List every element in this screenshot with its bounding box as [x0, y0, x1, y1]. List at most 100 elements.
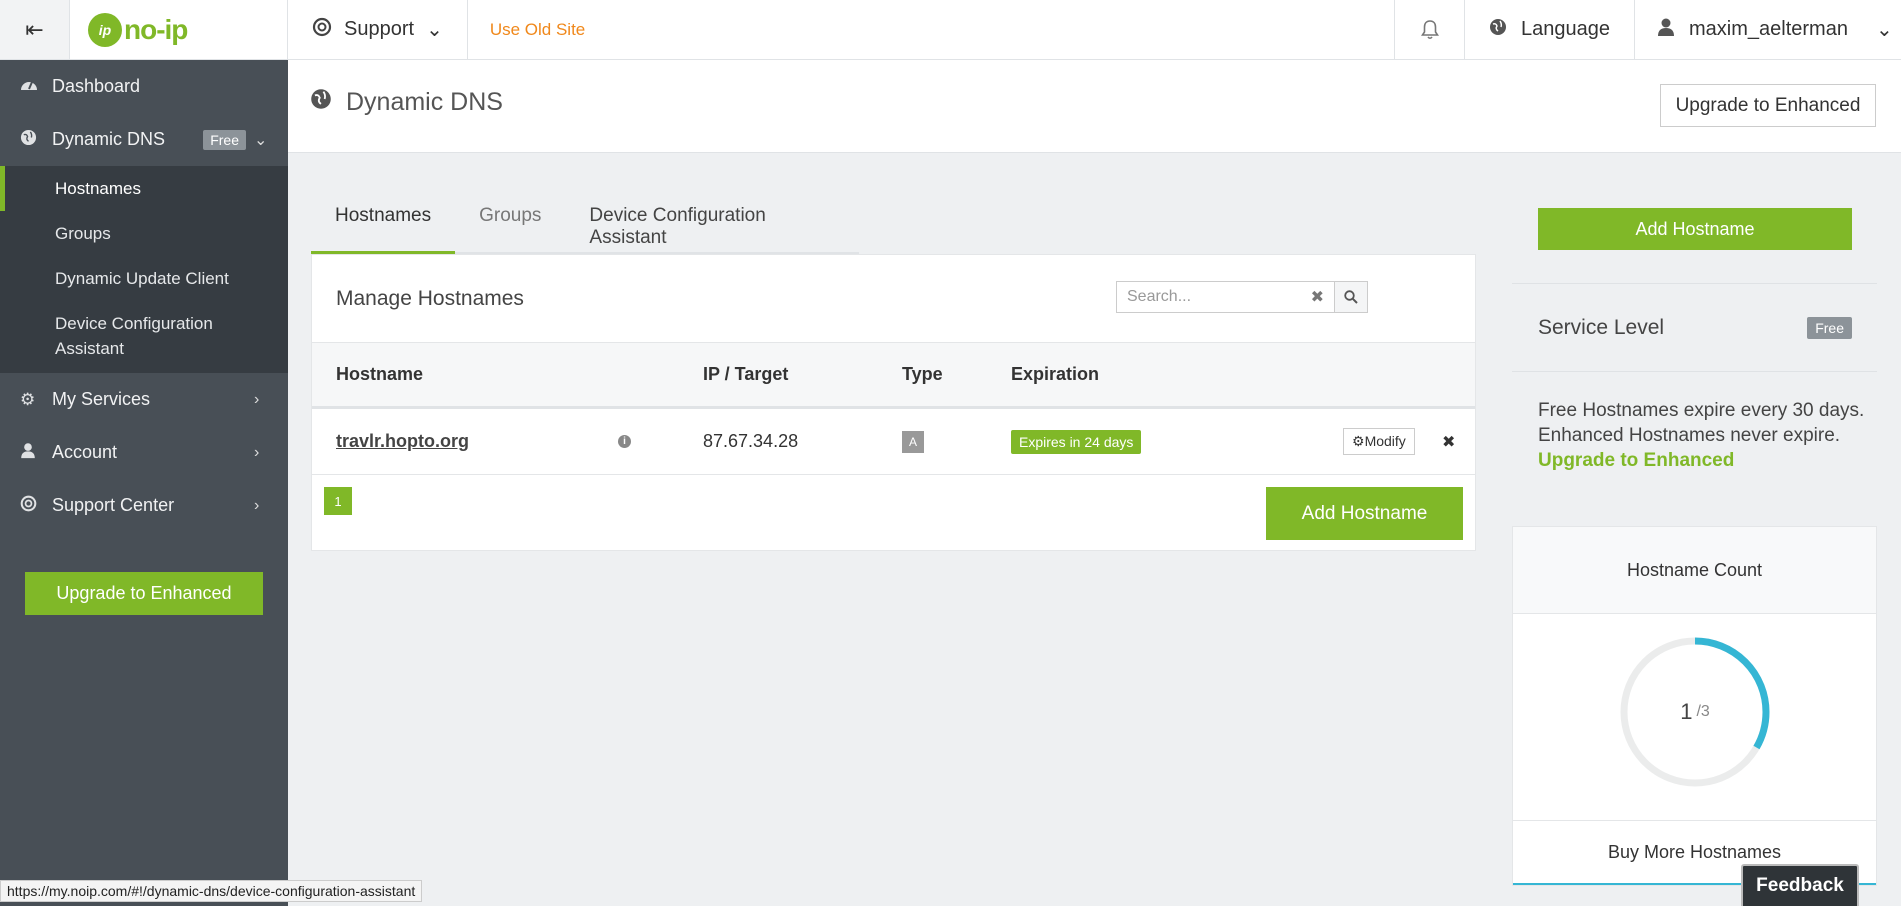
column-header-hostname[interactable]: Hostname [336, 364, 423, 385]
menu-collapse-icon[interactable]: ⇤ [0, 0, 70, 59]
notifications-bell-icon[interactable] [1394, 0, 1464, 59]
hostname-tabs: Hostnames Groups Device Configuration As… [311, 188, 859, 254]
tab-hostnames[interactable]: Hostnames [311, 188, 456, 254]
sidebar-item-label: My Services [52, 389, 151, 409]
service-level: Service Level Free [1538, 316, 1852, 340]
sidebar-item-account[interactable]: Account › [0, 426, 288, 479]
chevron-right-icon: › [254, 443, 260, 461]
logo-text: no-ip [124, 13, 188, 45]
globe-icon [1489, 18, 1507, 42]
dashboard-icon [20, 76, 52, 97]
hostname-count-card: Hostname Count 1 /3 Buy More Hostnames [1512, 526, 1877, 886]
user-icon [20, 442, 52, 464]
top-bar: ⇤ ip no-ip Support ⌄ Use Old Site Langua… [0, 0, 1901, 60]
search-icon [1344, 290, 1358, 304]
count-total: /3 [1696, 703, 1710, 720]
chevron-down-icon: ⌄ [426, 19, 443, 41]
table-header: Hostname IP / Target Type Expiration [312, 343, 1475, 409]
dynamic-dns-submenu: Hostnames Groups Dynamic Update Client D… [0, 166, 288, 373]
header-upgrade-button[interactable]: Upgrade to Enhanced [1660, 84, 1876, 127]
feedback-button[interactable]: Feedback [1741, 864, 1859, 906]
column-header-type[interactable]: Type [902, 364, 943, 385]
modify-label: Modify [1364, 433, 1406, 449]
username: maxim_aelterman [1689, 18, 1848, 40]
upgrade-link[interactable]: Upgrade to Enhanced [1538, 448, 1868, 473]
hostname-link[interactable]: travlr.hopto.org [336, 431, 469, 452]
service-level-label: Service Level [1538, 316, 1665, 339]
sidebar-item-dynamic-dns[interactable]: Dynamic DNS Free ⌄ [0, 113, 288, 166]
support-menu[interactable]: Support ⌄ [288, 0, 468, 59]
noip-logo-mark: ip [88, 12, 122, 47]
status-bar-url: https://my.noip.com/#!/dynamic-dns/devic… [0, 880, 423, 902]
card-footer: 1 Add Hostname [312, 475, 1475, 551]
card-title: Manage Hostnames [336, 286, 524, 310]
desc-line-1: Free Hostnames expire every 30 days. [1538, 400, 1865, 421]
language-menu[interactable]: Language [1464, 0, 1634, 59]
chevron-right-icon: › [254, 390, 260, 408]
divider [1512, 283, 1877, 284]
user-menu[interactable]: maxim_aelterman ⌄ [1634, 0, 1901, 59]
sidebar-item-dashboard[interactable]: Dashboard [0, 60, 288, 113]
desc-line-2: Enhanced Hostnames never expire. [1538, 425, 1841, 446]
hostname-count-title: Hostname Count [1513, 527, 1876, 614]
type-badge: A [902, 430, 924, 453]
sidebar-item-groups[interactable]: Groups [0, 211, 288, 256]
sidebar-item-label: Account [52, 442, 118, 462]
sidebar-item-label: Support Center [52, 495, 175, 515]
sidebar-item-support-center[interactable]: Support Center › [0, 479, 288, 532]
support-label: Support [344, 18, 415, 40]
sidebar-item-label: Dynamic DNS [52, 129, 166, 149]
card-header: Manage Hostnames Search... ✖ [312, 255, 1475, 343]
expiration-badge: Expires in 24 days [1011, 429, 1142, 454]
chevron-down-icon: ⌄ [1875, 19, 1893, 41]
sidebar-item-label: Dashboard [52, 76, 141, 96]
tab-groups[interactable]: Groups [455, 188, 565, 254]
column-header-expiration[interactable]: Expiration [1011, 364, 1099, 385]
sidebar-upgrade-button[interactable]: Upgrade to Enhanced [25, 572, 263, 615]
gear-icon: ⚙ [20, 389, 36, 409]
free-badge: Free [203, 129, 246, 150]
search-placeholder: Search... [1127, 288, 1192, 305]
noip-logo: ip no-ip [88, 12, 188, 47]
manage-hostnames-card: Manage Hostnames Search... ✖ Hostname IP… [311, 254, 1476, 551]
tab-device-configuration-assistant[interactable]: Device Configuration Assistant [565, 188, 859, 254]
info-icon[interactable]: i [618, 435, 631, 448]
sidebar-item-dynamic-update-client[interactable]: Dynamic Update Client [0, 256, 288, 301]
search-input[interactable]: Search... ✖ [1116, 281, 1334, 313]
user-icon [1657, 17, 1675, 43]
pagination-page-1[interactable]: 1 [324, 487, 352, 515]
globe-icon [20, 129, 52, 151]
use-old-site-link[interactable]: Use Old Site [468, 0, 607, 59]
search-box: Search... ✖ [1116, 281, 1368, 313]
gear-icon: ⚙ [1352, 433, 1365, 449]
chevron-down-icon: ⌄ [254, 131, 268, 149]
divider [1512, 371, 1877, 372]
table-row: travlr.hopto.org i 87.67.34.28 A Expires… [312, 409, 1475, 475]
page-header: Dynamic DNS Upgrade to Enhanced [288, 60, 1901, 153]
modify-button[interactable]: ⚙Modify [1343, 428, 1415, 455]
lifebuoy-icon [312, 17, 332, 43]
search-button[interactable] [1334, 281, 1368, 313]
logo[interactable]: ip no-ip [70, 0, 288, 59]
service-level-badge: Free [1807, 317, 1852, 339]
hostname-count-ring: 1 /3 [1619, 636, 1771, 788]
chevron-right-icon: › [254, 496, 260, 514]
page-title-text: Dynamic DNS [346, 88, 503, 116]
globe-icon [310, 88, 332, 117]
ip-target: 87.67.34.28 [703, 431, 799, 451]
count-readout: 1 /3 [1619, 636, 1771, 788]
service-description: Free Hostnames expire every 30 days. Enh… [1538, 398, 1868, 473]
clear-icon[interactable]: ✖ [1311, 287, 1324, 307]
sidebar: Dashboard Dynamic DNS Free ⌄ Hostnames G… [0, 60, 288, 906]
sidebar-item-my-services[interactable]: ⚙ My Services › [0, 373, 288, 426]
delete-icon[interactable]: ✖ [1442, 432, 1455, 452]
add-hostname-button-top[interactable]: Add Hostname [1538, 208, 1852, 250]
add-hostname-button[interactable]: Add Hostname [1266, 487, 1463, 540]
sidebar-item-device-configuration-assistant[interactable]: Device Configuration Assistant [0, 301, 288, 373]
column-header-ip[interactable]: IP / Target [703, 364, 788, 385]
language-label: Language [1521, 18, 1610, 40]
count-used: 1 [1680, 699, 1693, 724]
lifebuoy-icon [20, 495, 52, 517]
sidebar-item-hostnames[interactable]: Hostnames [0, 166, 288, 211]
